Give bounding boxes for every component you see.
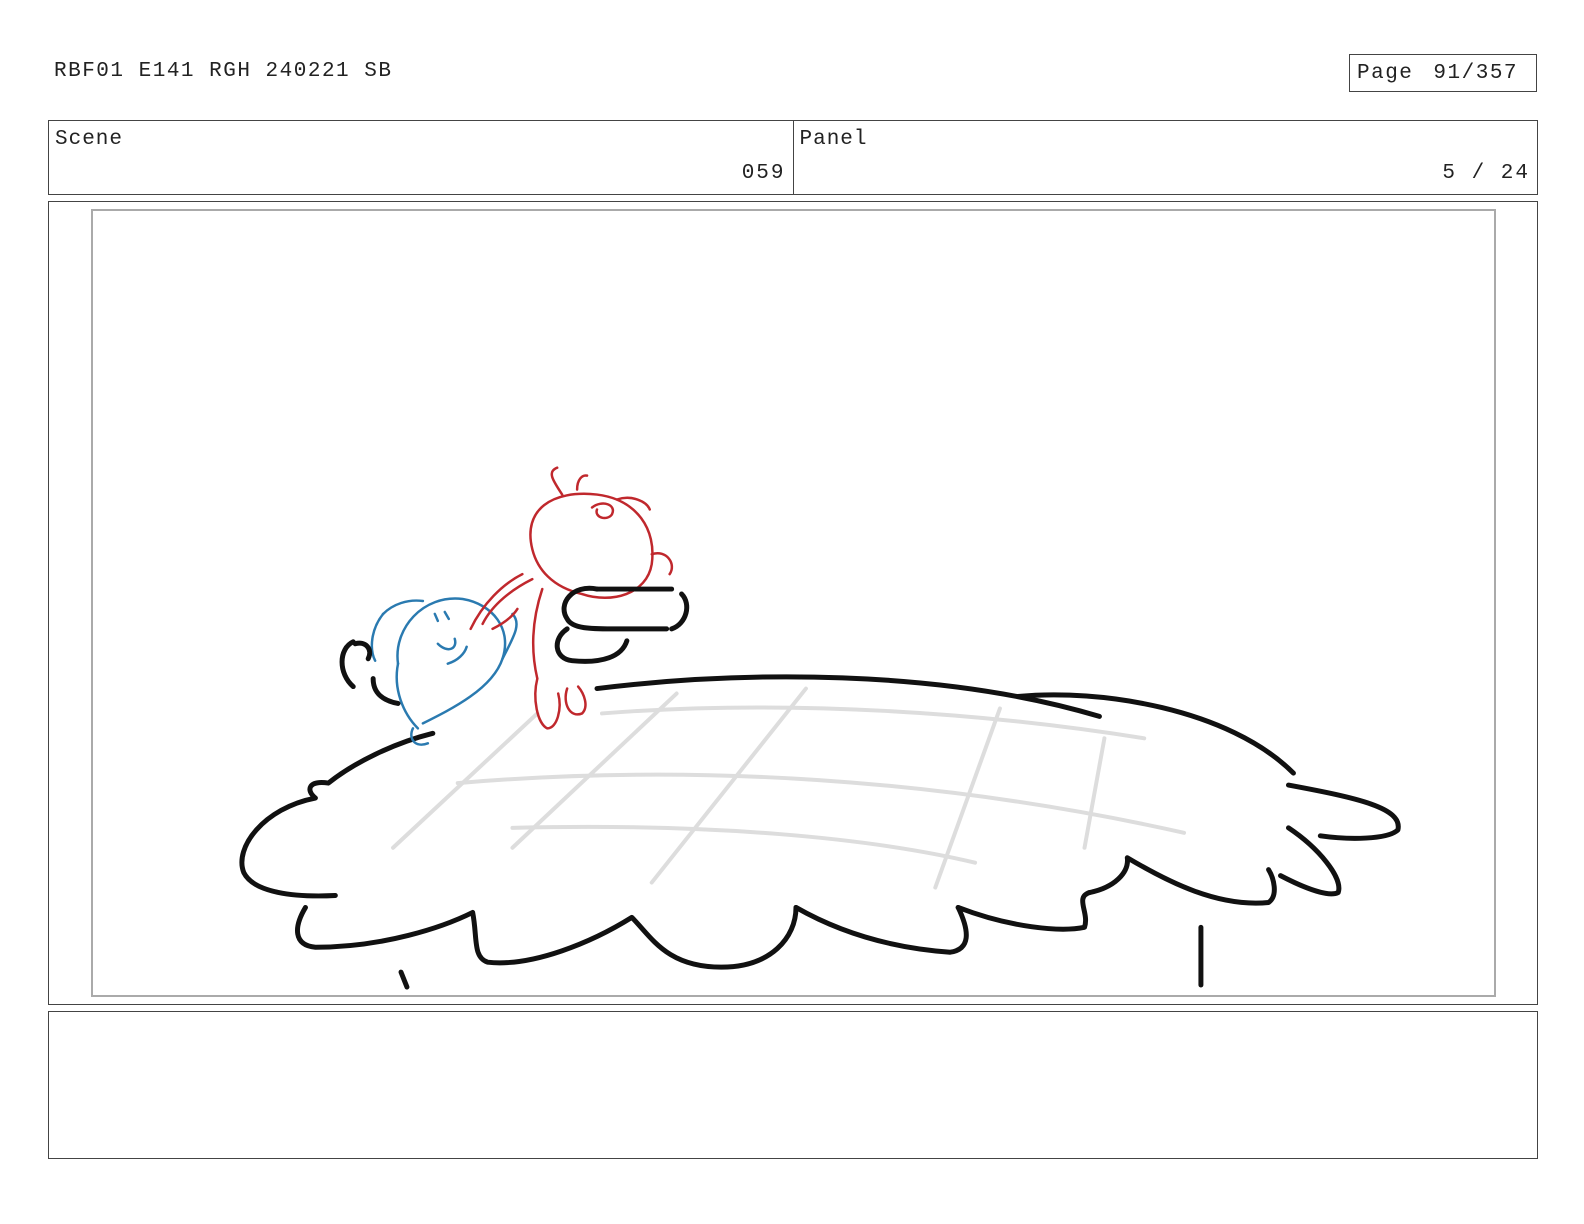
blanket-outline: [239, 674, 1401, 990]
page-number: 91/357: [1433, 61, 1519, 85]
scene-number: 059: [741, 162, 786, 185]
blanket-grid: [391, 686, 1186, 890]
page-indicator: Page 91/357: [1349, 54, 1537, 92]
page-label: Page: [1357, 61, 1414, 85]
panel-cell: Panel 5 / 24: [792, 121, 1538, 194]
blue-character-sketch: [370, 597, 518, 746]
storyboard-sketch: [239, 466, 1401, 990]
storyboard-frame: [48, 201, 1538, 1005]
notes-box: [48, 1011, 1538, 1159]
panel-number: 5 / 24: [1442, 162, 1530, 185]
scene-panel-info: Scene 059 Panel 5 / 24: [48, 120, 1538, 195]
scene-cell: Scene 059: [49, 121, 793, 194]
scene-label: Scene: [55, 128, 124, 151]
document-title: RBF01 E141 RGH 240221 SB: [54, 60, 393, 83]
panel-label: Panel: [799, 128, 868, 151]
red-character-sketch: [469, 466, 674, 730]
storyboard-drawing-area: [91, 209, 1496, 997]
